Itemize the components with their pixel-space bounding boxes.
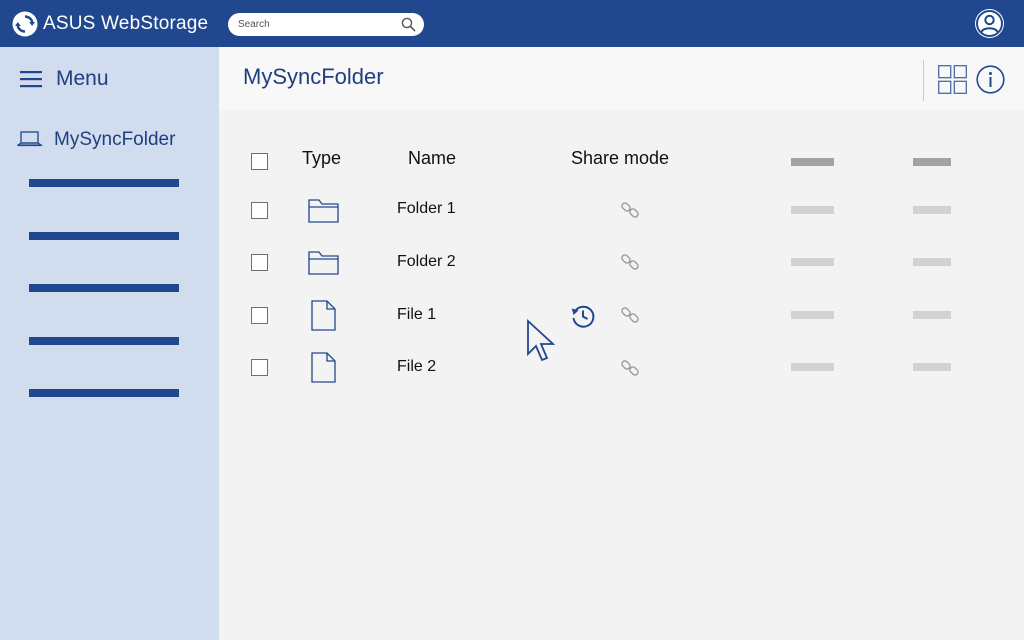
file-list: Type Name Share mode Folder 1 Folder 2 F… (219, 110, 1024, 640)
laptop-icon (17, 131, 43, 147)
info-icon[interactable] (976, 65, 1005, 94)
search-box[interactable] (228, 13, 424, 36)
sidebar-item-label: MySyncFolder (54, 129, 176, 150)
user-icon[interactable] (974, 8, 1005, 39)
row-placeholder (913, 206, 951, 214)
link-icon[interactable] (620, 358, 640, 378)
page-title: MySyncFolder (243, 64, 384, 89)
search-icon[interactable] (401, 17, 416, 32)
folder-icon (308, 199, 339, 223)
row-checkbox[interactable] (251, 307, 268, 324)
row-name[interactable]: File 1 (397, 306, 436, 324)
row-placeholder (791, 311, 834, 319)
sync-logo-icon (12, 11, 38, 37)
folder-icon (308, 251, 339, 275)
row-name[interactable]: Folder 1 (397, 200, 456, 218)
sidebar: Menu MySyncFolder (0, 47, 219, 640)
menu-label: Menu (56, 67, 109, 90)
file-icon (311, 352, 336, 383)
row-checkbox[interactable] (251, 254, 268, 271)
row-placeholder (791, 206, 834, 214)
row-checkbox[interactable] (251, 359, 268, 376)
app-title: ASUS WebStorage (43, 13, 209, 34)
link-icon[interactable] (620, 252, 640, 272)
row-name[interactable]: Folder 2 (397, 253, 456, 271)
grid-view-icon[interactable] (938, 65, 967, 94)
row-placeholder (913, 363, 951, 371)
top-bar: ASUS WebStorage (0, 0, 1024, 47)
version-history-icon[interactable] (570, 303, 596, 329)
sidebar-item-placeholder[interactable] (29, 232, 179, 240)
sidebar-item-mysyncfolder[interactable]: MySyncFolder (17, 129, 175, 151)
row-name[interactable]: File 2 (397, 358, 436, 376)
column-header-placeholder (913, 158, 951, 166)
row-placeholder (913, 258, 951, 266)
main-header: MySyncFolder (219, 47, 1024, 110)
sidebar-item-placeholder[interactable] (29, 337, 179, 345)
column-header-name[interactable]: Name (408, 148, 456, 169)
row-placeholder (791, 363, 834, 371)
menu-button[interactable]: Menu (20, 67, 109, 91)
column-header-share-mode[interactable]: Share mode (571, 148, 669, 169)
column-header-type[interactable]: Type (302, 148, 341, 169)
app-logo[interactable]: ASUS WebStorage (12, 11, 208, 37)
header-divider (923, 60, 924, 101)
sidebar-item-placeholder[interactable] (29, 179, 179, 187)
row-checkbox[interactable] (251, 202, 268, 219)
file-icon (311, 300, 336, 331)
column-header-placeholder (791, 158, 834, 166)
search-input[interactable] (238, 16, 398, 33)
mouse-cursor-icon (527, 318, 556, 362)
row-placeholder (913, 311, 951, 319)
link-icon[interactable] (620, 305, 640, 325)
row-placeholder (791, 258, 834, 266)
hamburger-icon[interactable] (20, 70, 42, 88)
sidebar-item-placeholder[interactable] (29, 389, 179, 397)
link-icon[interactable] (620, 200, 640, 220)
sidebar-item-placeholder[interactable] (29, 284, 179, 292)
select-all-checkbox[interactable] (251, 153, 268, 170)
